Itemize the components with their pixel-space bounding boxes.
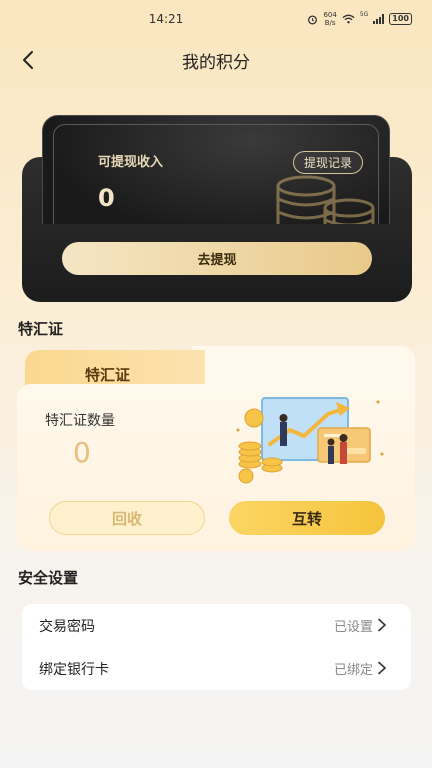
signal-icon [373,14,385,24]
income-value: 0 [98,184,115,212]
settings-row-value: 已绑定 [333,663,373,678]
security-section-title: 安全设置 [18,569,79,587]
page-title: 我的积分 [182,53,250,73]
chevron-right-icon [378,661,386,675]
wallet-card: 可提现收入 0 提现记录 去提现 [22,112,412,302]
security-settings-card: 交易密码 已设置 绑定银行卡 已绑定 [22,604,411,690]
status-icons: 604 B/s 5G 100 [307,11,412,27]
settings-row-trade-password[interactable]: 交易密码 已设置 [22,604,411,647]
network-speed-value: 604 [323,11,337,19]
certificate-section-title: 特汇证 [18,320,64,338]
withdraw-record-button[interactable]: 提现记录 [293,151,364,174]
chevron-right-icon [378,618,386,632]
settings-row-value: 已设置 [333,620,373,635]
transfer-button[interactable]: 互转 [229,501,385,535]
finance-illustration-icon [236,397,384,484]
status-bar: 14:21 604 B/s 5G 100 [0,0,432,40]
battery-level: 100 [392,14,409,23]
network-speed-unit: B/s [324,19,336,27]
recycle-button[interactable]: 回收 [49,501,205,535]
settings-row-label: 绑定银行卡 [39,661,109,678]
certificate-tab-label: 特汇证 [85,366,131,384]
nav-bar: 我的积分 [0,40,432,80]
settings-row-bank-card[interactable]: 绑定银行卡 已绑定 [22,647,411,690]
status-time: 14:21 [148,12,184,26]
certificate-count-value: 0 [73,436,91,469]
certificate-panel: 特汇证 特汇证数量 0 回收 互转 [17,346,415,551]
income-label: 可提现收入 [98,155,164,170]
income-card: 可提现收入 0 提现记录 [42,115,390,239]
battery-icon: 100 [389,13,412,25]
certificate-body: 特汇证数量 0 回收 互转 [17,384,415,551]
network-type-label: 5G [359,11,369,18]
certificate-count-label: 特汇证数量 [45,413,115,429]
settings-row-label: 交易密码 [39,618,95,635]
network-speed: 604 B/s [323,11,336,27]
wifi-icon [342,14,355,24]
withdraw-button[interactable]: 去提现 [62,242,372,275]
alarm-icon [308,14,318,24]
